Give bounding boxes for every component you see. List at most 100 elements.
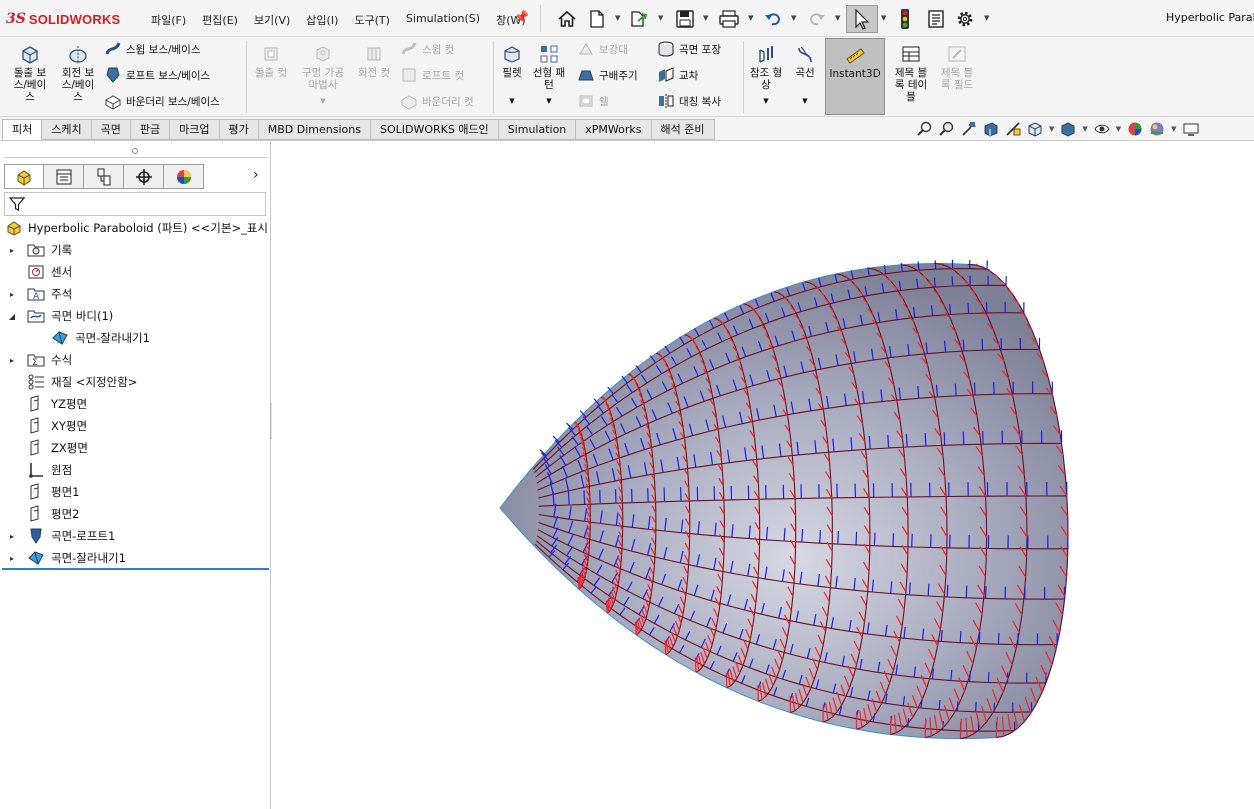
print-dropdown-icon[interactable]: ▼	[748, 14, 753, 22]
tree-item[interactable]: ▸ A 주석	[0, 283, 270, 305]
linear-pattern-button[interactable]: 선형 패 턴 ▼	[531, 43, 567, 107]
intersect-button[interactable]: 교차	[657, 66, 698, 84]
tab-1[interactable]: 스케치	[42, 119, 92, 140]
tab-0[interactable]: 피처	[2, 119, 43, 140]
reference-geometry-button[interactable]: 참조 형 상 ▼	[747, 43, 785, 107]
hyperbolic-paraboloid-model[interactable]	[272, 141, 1254, 809]
file-properties-icon[interactable]	[925, 8, 947, 30]
tab-8[interactable]: Simulation	[498, 119, 577, 140]
tree-item[interactable]: ▸ 기록	[0, 239, 270, 261]
tree-item[interactable]: 곡면-잘라내기1	[0, 327, 270, 349]
save-icon[interactable]	[674, 8, 696, 30]
reference-geometry-dropdown-icon[interactable]: ▼	[763, 95, 768, 107]
scene-dropdown-icon[interactable]: ▼	[1171, 125, 1176, 133]
sweep-boss-button[interactable]: 스윕 보스/베이스	[104, 40, 201, 58]
extrude-boss-button[interactable]: 돌출 보 스/베이 스	[8, 43, 52, 103]
expand-arrow-icon[interactable]: ▸	[7, 246, 17, 255]
extrude-cut-button[interactable]: 돌출 컷	[250, 43, 292, 79]
boundary-cut-button[interactable]: 바운더리 컷	[400, 92, 474, 110]
tree-item[interactable]: ◢ 곡면 바디(1)	[0, 305, 270, 327]
revolve-boss-button[interactable]: 회전 보 스/베이 스	[56, 43, 100, 103]
redo-dropdown-icon[interactable]: ▼	[835, 14, 840, 22]
loft-cut-button[interactable]: 로프트 컷	[400, 66, 464, 84]
tree-item[interactable]: ZX평면	[0, 437, 270, 459]
tab-2[interactable]: 곡면	[91, 119, 131, 140]
expand-arrow-icon[interactable]: ▸	[7, 532, 17, 541]
tab-5[interactable]: 평가	[219, 119, 259, 140]
dynamic-annotation-icon[interactable]	[1004, 120, 1022, 138]
tree-root-part[interactable]: Hyperbolic Paraboloid (파트) <<기본>_표시	[0, 217, 270, 239]
tree-item[interactable]: 재질 <지정안함>	[0, 371, 270, 393]
tree-item[interactable]: ▸ 곡면-잘라내기1	[0, 547, 270, 569]
tab-4[interactable]: 마크업	[170, 119, 220, 140]
zoom-to-fit-icon[interactable]	[916, 120, 934, 138]
rollback-bar[interactable]	[2, 568, 269, 570]
panel-scroll-right-icon[interactable]: ›	[253, 167, 259, 183]
linear-pattern-dropdown-icon[interactable]: ▼	[546, 95, 551, 107]
dimxpert-tab[interactable]	[124, 164, 164, 189]
home-icon[interactable]	[556, 8, 578, 30]
undo-icon[interactable]	[762, 8, 784, 30]
select-icon[interactable]	[846, 5, 878, 33]
collapse-arrow-icon[interactable]: ◢	[7, 312, 17, 321]
panel-grip-handle[interactable]	[132, 148, 138, 154]
curves-button[interactable]: 곡선 ▼	[789, 43, 821, 107]
scene-icon[interactable]	[1148, 120, 1166, 138]
property-manager-tab[interactable]	[44, 164, 84, 189]
wrap-button[interactable]: 곡면 포장	[657, 40, 721, 58]
tree-item[interactable]: ▸ Σ 수식	[0, 349, 270, 371]
tree-item[interactable]: ▸ 곡면-로프트1	[0, 525, 270, 547]
open-icon[interactable]	[629, 8, 651, 30]
revolve-cut-button[interactable]: 회전 컷	[352, 43, 396, 79]
tab-10[interactable]: 해석 준비	[651, 119, 715, 140]
hide-show-dropdown-icon[interactable]: ▼	[1116, 125, 1121, 133]
zoom-area-icon[interactable]	[938, 120, 956, 138]
expand-arrow-icon[interactable]: ▸	[7, 554, 17, 563]
redo-icon[interactable]	[806, 8, 828, 30]
options-gear-icon[interactable]	[954, 8, 976, 30]
view-orientation-icon[interactable]	[1026, 120, 1044, 138]
shell-button[interactable]: 쉘	[577, 92, 609, 110]
sweep-cut-button[interactable]: 스윕 컷	[400, 40, 454, 58]
tree-item[interactable]: 원점	[0, 459, 270, 481]
tab-3[interactable]: 판금	[130, 119, 171, 140]
display-style-dropdown-icon[interactable]: ▼	[1082, 125, 1087, 133]
hole-wizard-button[interactable]: 구멍 가공 마법사 ▼	[296, 43, 350, 107]
menu-insert[interactable]: 삽입(I)	[298, 10, 346, 30]
expand-arrow-icon[interactable]: ▸	[7, 356, 17, 365]
menu-file[interactable]: 파일(F)	[143, 10, 194, 30]
feature-manager-tab[interactable]	[4, 164, 44, 189]
mirror-button[interactable]: 대칭 복사	[657, 92, 721, 110]
edit-appearance-icon[interactable]	[1126, 120, 1144, 138]
menu-edit[interactable]: 편집(E)	[194, 10, 246, 30]
rib-button[interactable]: 보강대	[577, 40, 628, 58]
curves-dropdown-icon[interactable]: ▼	[802, 95, 807, 107]
block-table-button[interactable]: 제목 블 록 테이 블	[889, 43, 933, 103]
tree-item[interactable]: 평면1	[0, 481, 270, 503]
boundary-boss-button[interactable]: 바운더리 보스/베이스	[104, 92, 220, 110]
solidworks-logo[interactable]: 3S SOLIDWORKS	[6, 8, 120, 30]
new-dropdown-icon[interactable]: ▼	[615, 14, 620, 22]
options-dropdown-icon[interactable]: ▼	[984, 14, 989, 22]
view-settings-icon[interactable]	[1182, 120, 1200, 138]
hide-show-icon[interactable]	[1093, 120, 1111, 138]
pin-menu-icon[interactable]: 📌	[514, 10, 529, 24]
instant3d-button[interactable]: Instant3D	[825, 38, 885, 115]
section-view-icon[interactable]	[982, 120, 1000, 138]
view-orientation-dropdown-icon[interactable]: ▼	[1049, 125, 1054, 133]
tree-item[interactable]: 센서	[0, 261, 270, 283]
tree-item[interactable]: XY평면	[0, 415, 270, 437]
fillet-dropdown-icon[interactable]: ▼	[509, 95, 514, 107]
block-field-button[interactable]: 제목 블 록 필드	[935, 43, 979, 91]
tab-9[interactable]: xPMWorks	[576, 119, 652, 140]
rebuild-traffic-light-icon[interactable]	[894, 8, 916, 30]
display-manager-tab[interactable]	[164, 164, 204, 189]
tree-filter[interactable]	[4, 192, 266, 216]
configuration-manager-tab[interactable]	[84, 164, 124, 189]
menu-simulation[interactable]: Simulation(S)	[398, 10, 488, 30]
tab-6[interactable]: MBD Dimensions	[258, 119, 371, 140]
display-style-icon[interactable]	[1059, 120, 1077, 138]
fillet-button[interactable]: 필렛 ▼	[497, 43, 527, 107]
previous-view-icon[interactable]	[960, 120, 978, 138]
select-dropdown-icon[interactable]: ▼	[881, 14, 886, 22]
